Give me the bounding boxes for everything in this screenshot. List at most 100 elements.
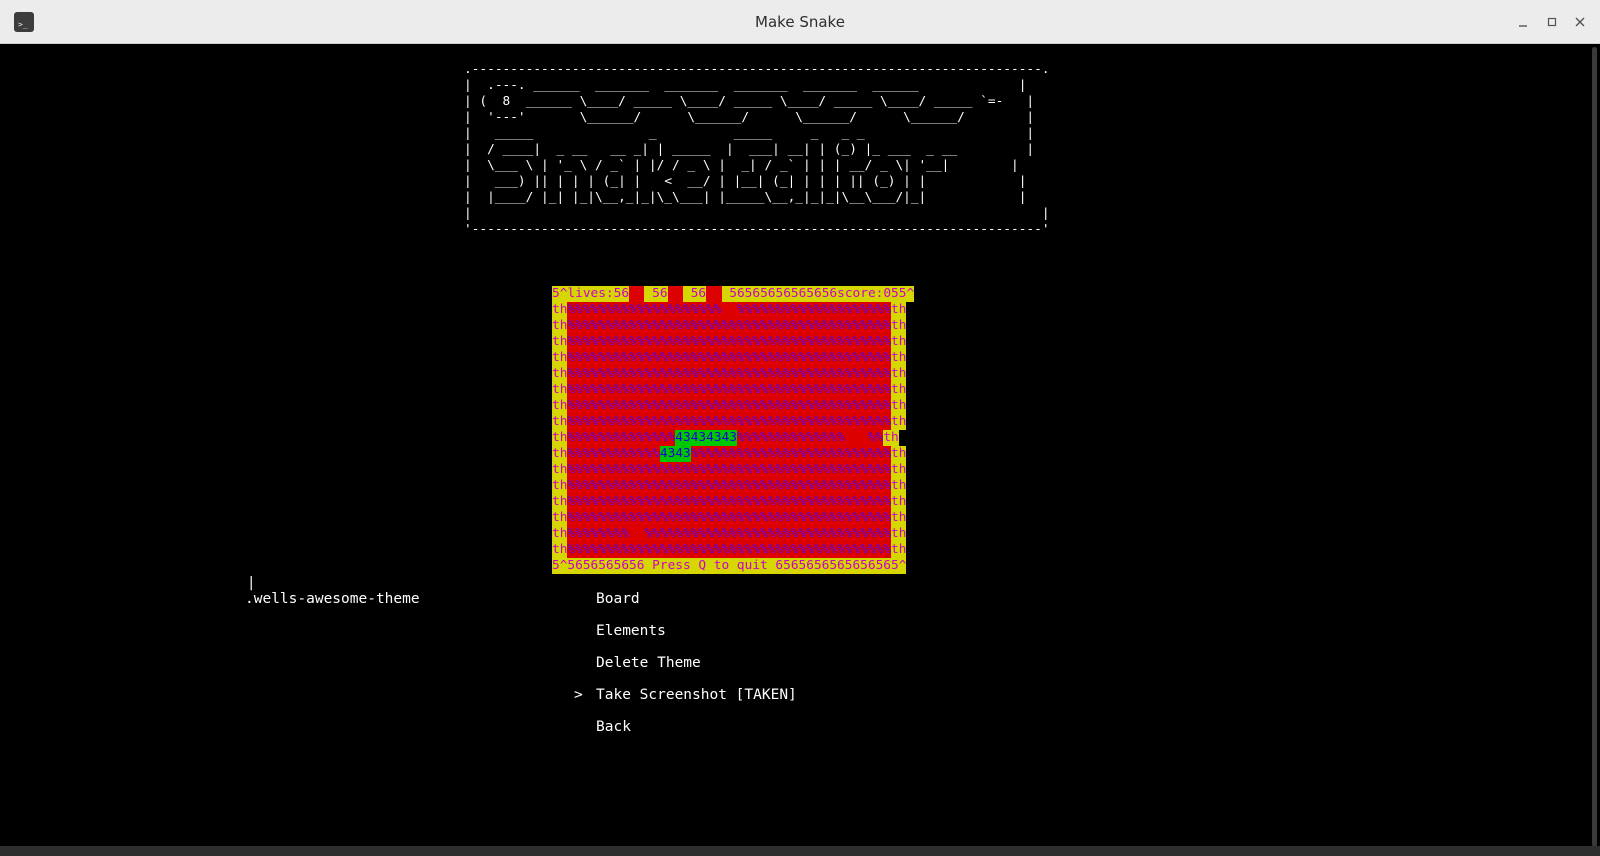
board-border: th: [891, 462, 907, 478]
board-border: th: [552, 526, 568, 542]
board-row: th%%%%%%%%%%%%%%%%%%%%%%%%%%%%%%%%%%%%%%…: [552, 382, 1036, 398]
board-row: th%%%%%%%%%%%%%%%%%%%%%%%%%%%%%%%%%%%%%%…: [552, 414, 1036, 430]
editor-menu: Board Elements Delete Theme > Take Scree…: [574, 590, 797, 750]
board-row: th%%%%%%%%%%%%%%%%%%%%%%%%%%%%%%%%%%%%%%…: [552, 350, 1036, 366]
board-field: %%%%%%%%%%%%%%%%%%%%%%%%%%%%%%%%%%%%%%%%…: [567, 462, 892, 478]
title-bar[interactable]: >_ Make Snake: [0, 0, 1600, 44]
board-field: %%%%%%%%%%%%%%%%%%%%%%%%%%%%%%%%%%%%%%%%…: [567, 318, 892, 334]
board-row: th%%%%%%%%%%%%%%%%%%%%%%%%%%%%%%%%%%%%%%…: [552, 510, 1036, 526]
board-row: 5^lives:56 56 56 56565656565656score:055…: [552, 286, 1036, 302]
board-border: th: [552, 350, 568, 366]
board-row: th%%%%%%%%%%%%%%%%%%%%%%%%%%%%%%%%%%%%%%…: [552, 494, 1036, 510]
board-row: th%%%%%%%%%%%%%% 43434343%%%%%%%%%%%%%% %…: [552, 430, 1036, 446]
board-border: th: [552, 334, 568, 350]
text-cursor: |: [247, 575, 256, 591]
board-border: th: [891, 318, 907, 334]
menu-item-label: Take Screenshot [TAKEN]: [596, 687, 797, 703]
minimize-icon[interactable]: [1511, 10, 1535, 34]
board-border: th: [891, 366, 907, 382]
board-border: th: [552, 510, 568, 526]
board-field: %%%%%%%%%%%%%%%%%%%%%%%%%%: [690, 446, 892, 462]
board-field: %%%%%%%%%%%%%%%%%%%%%%%%%%%%%%%%%%%%%%%%…: [567, 494, 892, 510]
board-border: 56565656565656score:055^: [721, 286, 915, 302]
board-row: th%%%%%%%% %%%%%%%%%%%%%%%%%%%%%%%%%%%%%…: [552, 526, 1036, 542]
board-field: %%%%%%%%%%%%%%%%%%%%%%%%%%%%%%%%%%%%%%%%…: [567, 334, 892, 350]
maximize-icon[interactable]: [1540, 10, 1564, 34]
board-field: %%%%%%%%%%%%%%%%%%%%%%%%%%%%%%%%%%%%%%%%…: [567, 382, 892, 398]
board-border: th: [891, 302, 907, 318]
board-row: th%%%%%%%%%%%%%%%%%%%%%%%%%%%%%%%%%%%%%%…: [552, 478, 1036, 494]
board-border: th: [891, 382, 907, 398]
theme-preview-board: 5^lives:56 56 56 56565656565656score:055…: [552, 286, 1036, 574]
board-border: th: [891, 526, 907, 542]
board-border: th: [552, 462, 568, 478]
board-field: %%%%%%%%%%%%%%%%%%%%%%%%%%%%%%%%%%%%%%%%…: [567, 398, 892, 414]
board-field: %%%%%%%%%%%%%%%%%%%% %%%%%%%%%%%%%%%%%%%…: [567, 302, 892, 318]
vertical-scrollbar[interactable]: [1588, 45, 1600, 856]
board-field: %%%%%%%%%%%%%%%%%%%%%%%%%%%%%%%%%%%%%%%%…: [567, 414, 892, 430]
theme-name: .wells-awesome-theme: [245, 591, 420, 607]
snake-segment: 43434343: [675, 430, 737, 446]
board-border: th: [891, 398, 907, 414]
board-row: th%%%%%%%%%%%%%%%%%%%%%%%%%%%%%%%%%%%%%%…: [552, 542, 1036, 558]
board-field: %%%%%%%%%%%%%%%%%%%%%%%%%%%%%%%%%%%%%%%%…: [567, 542, 892, 558]
board-border: th: [552, 382, 568, 398]
board-border: 56: [644, 286, 668, 302]
menu-item-label: Elements: [596, 623, 666, 639]
board-border: th: [552, 478, 568, 494]
board-border: th: [552, 366, 568, 382]
board-field: %%%%%%%%%%%%%% %%: [736, 430, 884, 446]
board-row: th%%%%%%%%%%%%%%%%%%%%%%%%%%%%%%%%%%%%%%…: [552, 334, 1036, 350]
board-border: th: [891, 478, 907, 494]
board-border: 56: [683, 286, 707, 302]
board-border: th: [891, 510, 907, 526]
board-border: th: [891, 446, 907, 462]
terminal-window: >_ Make Snake .-------------------------…: [0, 0, 1600, 856]
menu-item-elements[interactable]: Elements: [576, 622, 666, 654]
board-field: %%%%%%%%%%%%%%%%%%%%%%%%%%%%%%%%%%%%%%%%…: [567, 478, 892, 494]
menu-item-label: Delete Theme: [596, 655, 701, 671]
board-border: th: [891, 334, 907, 350]
board-border: th: [552, 414, 568, 430]
close-icon[interactable]: [1568, 10, 1592, 34]
board-field: %%%%%%%%%%%%%%%%%%%%%%%%%%%%%%%%%%%%%%%%…: [567, 350, 892, 366]
menu-item-delete-theme[interactable]: Delete Theme: [576, 654, 701, 686]
board-border: th: [552, 542, 568, 558]
board-field: %%%%%%%%%%%%%%: [567, 430, 676, 446]
board-field: [629, 286, 645, 302]
menu-selector: >: [574, 687, 583, 703]
board-row: 5^5656565656 Press Q to quit 65656565656…: [552, 558, 1036, 574]
board-field: [706, 286, 722, 302]
menu-item-back[interactable]: Back: [576, 718, 631, 750]
board-row: th%%%%%%%%%%%%%%%%%%%% %%%%%%%%%%%%%%%%%…: [552, 302, 1036, 318]
bottom-edge: [0, 846, 1600, 856]
snake-editor-banner: .---------------------------------------…: [464, 62, 1050, 237]
snake-segment: 4343: [659, 446, 691, 462]
board-border: th: [552, 398, 568, 414]
menu-item-take-screenshot[interactable]: > Take Screenshot [TAKEN]: [574, 686, 797, 718]
board-border: th: [883, 430, 899, 446]
board-field: %%%%%%%%%%%%%%%%%%%%%%%%%%%%%%%%%%%%%%%%…: [567, 366, 892, 382]
board-row: th%%%%%%%%%%%% 4343%%%%%%%%%%%%%%%%%%%%%%…: [552, 446, 1036, 462]
board-field: %%%%%%%% %%%%%%%%%%%%%%%%%%%%%%%%%%%%%%%…: [567, 526, 892, 542]
board-border: th: [552, 302, 568, 318]
board-border: th: [891, 414, 907, 430]
scrollbar-thumb[interactable]: [1592, 47, 1597, 847]
window-title: Make Snake: [755, 13, 845, 31]
menu-item-board[interactable]: Board: [576, 590, 640, 622]
board-row: th%%%%%%%%%%%%%%%%%%%%%%%%%%%%%%%%%%%%%%…: [552, 462, 1036, 478]
board-field: %%%%%%%%%%%%%%%%%%%%%%%%%%%%%%%%%%%%%%%%…: [567, 510, 892, 526]
board-border: th: [891, 494, 907, 510]
menu-item-label: Board: [596, 591, 640, 607]
board-border: th: [552, 494, 568, 510]
board-border: th: [891, 350, 907, 366]
board-field: [667, 286, 684, 302]
board-row: th%%%%%%%%%%%%%%%%%%%%%%%%%%%%%%%%%%%%%%…: [552, 398, 1036, 414]
board-row: th%%%%%%%%%%%%%%%%%%%%%%%%%%%%%%%%%%%%%%…: [552, 366, 1036, 382]
board-row: th%%%%%%%%%%%%%%%%%%%%%%%%%%%%%%%%%%%%%%…: [552, 318, 1036, 334]
board-border: th: [552, 446, 568, 462]
board-border: 5^5656565656 Press Q to quit 65656565656…: [552, 558, 907, 574]
board-field: %%%%%%%%%%%%: [567, 446, 660, 462]
menu-item-label: Back: [596, 719, 631, 735]
board-border: th: [891, 542, 907, 558]
